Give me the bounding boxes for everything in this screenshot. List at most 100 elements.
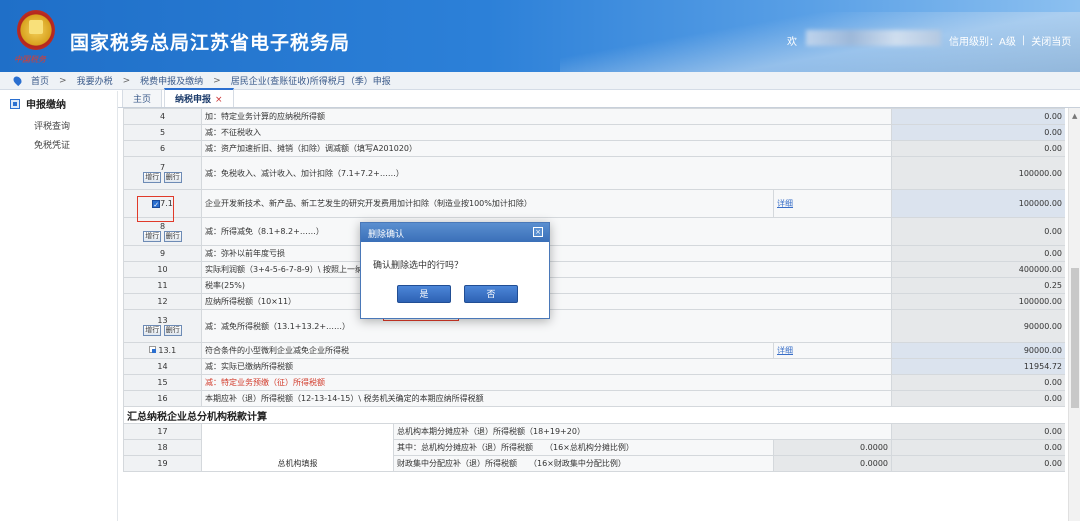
row-label: 减：资产加速折旧、摊销（扣除）调减额（填写A201020）	[201, 140, 892, 157]
table-row: 15 减：特定业务预缴（征）所得税额 0.00	[123, 374, 1065, 391]
delete-row-button[interactable]: 删行	[163, 230, 182, 242]
tab-home[interactable]: 主页	[122, 89, 163, 107]
details-link[interactable]: 详细	[777, 199, 793, 208]
table-row: 4 加：特定业务计算的应纳税所得额 0.00	[123, 108, 1065, 125]
tab-label: 纳税申报	[175, 95, 212, 105]
table-row: 11 税率(25%) 0.25	[123, 277, 1065, 294]
table-row: 13 增行 删行 减：减免所得税额（13.1+13.2+……） 90000.00	[123, 309, 1065, 343]
details-link[interactable]: 详细	[777, 346, 793, 355]
scrollbar-thumb[interactable]	[1071, 268, 1079, 408]
row-label: 符合条件的小型微利企业减免企业所得税	[201, 342, 774, 359]
declaration-form: 4 加：特定业务计算的应纳税所得额 0.00 5 减：不征税收入 0.00 6 减：资产加…	[123, 108, 1065, 521]
row-number: 11	[123, 277, 202, 294]
row-label: 总机构本期分摊应补（退）所得税额（18+19+20）	[393, 423, 892, 440]
breadcrumb-tax-handling[interactable]: 我要办税	[77, 74, 113, 87]
row-label: 财政集中分配应补（退）所得税额 （16×财政集中分配比例）	[393, 455, 774, 472]
row-value: 0.00	[891, 455, 1065, 472]
row-value: 90000.00	[891, 309, 1065, 343]
header-slogan: 中国税务	[14, 55, 46, 64]
sidebar-item-tax-query[interactable]: 评税查询	[0, 116, 117, 135]
table-row: 8 增行 删行 减：所得减免（8.1+8.2+……） 0.00	[123, 217, 1065, 246]
row-label: 减：实际已缴纳所得税额	[201, 358, 892, 375]
row-value: 0.00	[891, 390, 1065, 407]
vertical-scrollbar[interactable]: ▲	[1068, 108, 1080, 521]
scroll-up-icon[interactable]: ▲	[1072, 112, 1077, 120]
table-row: 7 增行 删行 减：免税收入、减计收入、加计扣除（7.1+7.2+……） 100000…	[123, 156, 1065, 190]
row-number: 16	[123, 390, 202, 407]
row-number-cell: 7 增行 删行	[123, 156, 202, 190]
tab-tax-declaration[interactable]: 纳税申报 ×	[164, 88, 234, 107]
row-value: 0.25	[891, 277, 1065, 294]
add-row-button[interactable]: 增行	[143, 325, 162, 336]
details-link-cell: 详细	[773, 342, 892, 359]
row-value[interactable]: 0.00	[891, 108, 1065, 125]
highlight-box-selected-row	[137, 196, 174, 222]
table-row: 12 应纳所得税额（10×11） 100000.00	[123, 293, 1065, 310]
row-number: 5	[123, 124, 202, 141]
breadcrumb-declaration[interactable]: 税费申报及缴纳	[140, 74, 203, 87]
row-label: 减：不征税收入	[201, 124, 892, 141]
row-value[interactable]: 0.00	[891, 124, 1065, 141]
row-value: 400000.00	[891, 261, 1065, 278]
table-row: 10 实际利润额（3+4-5-6-7-8-9）\ 按照上一纳 400000.00	[123, 261, 1065, 278]
row-number-cell: 13.1	[123, 342, 202, 359]
add-row-button[interactable]: 增行	[143, 172, 162, 183]
row-value: 0.00	[891, 423, 1065, 440]
close-tab-icon[interactable]: ×	[215, 95, 223, 105]
row-number: 15	[123, 374, 202, 391]
row-value: 0.00	[891, 245, 1065, 262]
delete-row-button[interactable]: 删行	[163, 325, 182, 336]
breadcrumb-home[interactable]: 首页	[31, 74, 49, 87]
table-row: 16 本期应补（退）所得税额（12-13-14-15）\ 税务机关确定的本期应纳所…	[123, 390, 1065, 407]
row-value: 0.00	[891, 217, 1065, 246]
row-value: 100000.00	[891, 156, 1065, 190]
dialog-header: 删除确认 ×	[361, 223, 549, 242]
no-button[interactable]: 否	[464, 285, 518, 303]
row-select-checkbox[interactable]	[148, 346, 156, 353]
details-link-cell: 详细	[773, 189, 892, 218]
row-number: 10	[123, 261, 202, 278]
row-number: 19	[123, 455, 202, 472]
row-label: 本期应补（退）所得税额（12-13-14-15）\ 税务机关确定的本期应纳所得税…	[201, 390, 892, 407]
row-number: 4	[123, 108, 202, 125]
row-ratio: 0.0000	[773, 439, 892, 456]
header-separator: |	[1021, 35, 1026, 46]
sidebar-heading-label: 申报缴纳	[26, 100, 66, 111]
row-label: 其中：总机构分摊应补（退）所得税额 （16×总机构分摊比例）	[393, 439, 774, 456]
row-number: 14	[123, 358, 202, 375]
table-row: 6 减：资产加速折旧、摊销（扣除）调减额（填写A201020） 0.00	[123, 140, 1065, 157]
yes-button[interactable]: 是	[397, 285, 451, 303]
row-value: 0.00	[891, 374, 1065, 391]
row-number: 8	[159, 221, 166, 231]
delete-confirm-dialog: 删除确认 × 确认删除选中的行吗？ 是 否	[360, 222, 550, 319]
dialog-title: 删除确认	[368, 230, 405, 240]
row-value[interactable]: 11954.72	[891, 358, 1065, 375]
row-label: 减：免税收入、减计收入、加计扣除（7.1+7.2+……）	[201, 156, 892, 190]
welcome-text: 欢	[787, 37, 797, 48]
row-value[interactable]: 100000.00	[891, 189, 1065, 218]
breadcrumb-separator: >	[213, 75, 221, 86]
add-row-button[interactable]: 增行	[143, 230, 162, 242]
close-page-link[interactable]: 关闭当页	[1031, 33, 1071, 48]
sidebar: 申报缴纳 评税查询 免税凭证	[0, 91, 118, 521]
site-header: 中国税务 国家税务总局江苏省电子税务局 欢 信用级别：A级 | 关闭当页	[0, 0, 1080, 72]
site-title: 国家税务总局江苏省电子税务局	[70, 32, 351, 54]
table-row: 9 减：弥补以前年度亏损 0.00	[123, 245, 1065, 262]
dialog-buttons: 是 否	[361, 285, 549, 303]
row-value: 100000.00	[891, 293, 1065, 310]
row-number: 17	[123, 423, 202, 440]
user-info: 信用级别：A级 | 关闭当页	[949, 33, 1071, 48]
menu-icon	[10, 98, 20, 109]
sidebar-heading[interactable]: 申报缴纳	[0, 91, 117, 116]
declaration-table: 4 加：特定业务计算的应纳税所得额 0.00 5 减：不征税收入 0.00 6 减：资产加…	[123, 108, 1065, 472]
row-ratio: 0.0000	[773, 455, 892, 472]
delete-row-button[interactable]: 删行	[163, 172, 182, 183]
sidebar-item-exemption-voucher[interactable]: 免税凭证	[0, 135, 117, 154]
close-icon[interactable]: ×	[533, 227, 543, 237]
row-value: 0.00	[891, 140, 1065, 157]
row-label: 减：特定业务预缴（征）所得税额	[201, 374, 892, 391]
row-number: 13.1	[158, 346, 177, 355]
row-value[interactable]: 90000.00	[891, 342, 1065, 359]
section-title: 汇总纳税企业总分机构税款计算	[123, 406, 1065, 424]
table-row: 14 减：实际已缴纳所得税额 11954.72	[123, 358, 1065, 375]
